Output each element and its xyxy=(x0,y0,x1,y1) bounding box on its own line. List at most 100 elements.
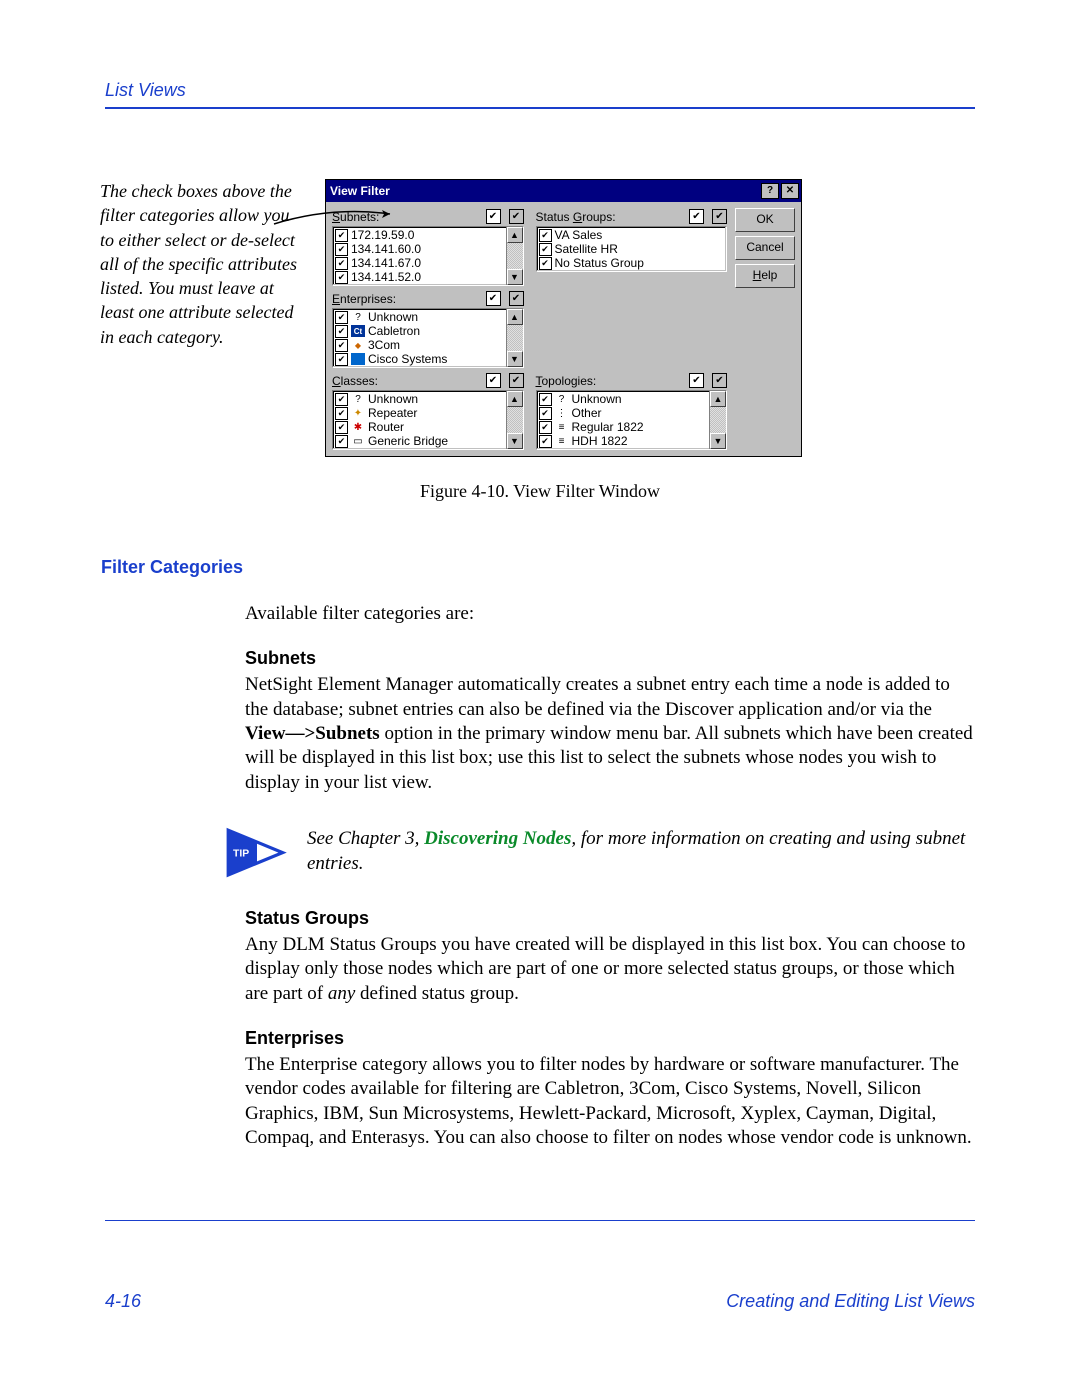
status-groups-group: Status Groups: ✔ ✔ ✔VA Sales ✔Satellite … xyxy=(536,208,728,286)
scroll-up-icon[interactable]: ▲ xyxy=(507,391,523,407)
topologies-label: Topologies: xyxy=(536,374,597,388)
checkbox-icon[interactable]: ✔ xyxy=(335,325,348,338)
list-item: ✔⋮Other xyxy=(539,406,708,420)
ent-select-all-checkbox[interactable]: ✔ xyxy=(486,291,501,306)
list-item: ✔Satellite HR xyxy=(539,242,725,256)
scroll-up-icon[interactable]: ▲ xyxy=(710,391,726,407)
checkbox-icon[interactable]: ✔ xyxy=(539,407,552,420)
checkbox-icon[interactable]: ✔ xyxy=(335,257,348,270)
subnets-deselect-all-checkbox[interactable]: ✔ xyxy=(509,209,524,224)
topologies-group: Topologies: ✔ ✔ ✔?Unknown ✔⋮Other ✔≡Regu… xyxy=(536,372,728,450)
status-select-all-checkbox[interactable]: ✔ xyxy=(689,209,704,224)
checkbox-icon[interactable]: ✔ xyxy=(539,393,552,406)
list-item: ✔VA Sales xyxy=(539,228,725,242)
list-item: ✔No Status Group xyxy=(539,256,725,270)
checkbox-icon[interactable]: ✔ xyxy=(539,257,552,270)
topologies-listbox[interactable]: ✔?Unknown ✔⋮Other ✔≡Regular 1822 ✔≡HDH 1… xyxy=(536,390,728,450)
3com-icon: ◆ xyxy=(351,339,365,351)
titlebar[interactable]: View Filter ? ✕ xyxy=(326,180,801,202)
scrollbar[interactable]: ▲ ▼ xyxy=(506,227,523,285)
checkbox-icon[interactable]: ✔ xyxy=(335,407,348,420)
status-groups-paragraph: Any DLM Status Groups you have created w… xyxy=(245,933,975,1006)
checkbox-icon[interactable]: ✔ xyxy=(335,243,348,256)
list-item: ✔≡HDH 1822 xyxy=(539,434,708,448)
unknown-icon: ? xyxy=(351,393,365,405)
list-item: ✔172.19.59.0 xyxy=(335,228,504,242)
checkbox-icon[interactable]: ✔ xyxy=(335,311,348,324)
titlebar-help-button[interactable]: ? xyxy=(761,183,779,199)
filter-categories-heading: Filter Categories xyxy=(101,557,975,578)
footer-title: Creating and Editing List Views xyxy=(726,1291,975,1312)
subnets-group: Subnets: ✔ ✔ ✔172.19.59.0 ✔134.141.60.0 … xyxy=(332,208,524,286)
scrollbar[interactable]: ▲ ▼ xyxy=(506,309,523,367)
checkbox-icon[interactable]: ✔ xyxy=(539,421,552,434)
checkbox-icon[interactable]: ✔ xyxy=(335,435,348,448)
checkbox-icon[interactable]: ✔ xyxy=(335,229,348,242)
scroll-down-icon[interactable]: ▼ xyxy=(507,269,523,285)
router-icon: ✱ xyxy=(351,421,365,433)
cancel-button[interactable]: Cancel xyxy=(735,236,795,260)
enterprises-heading: Enterprises xyxy=(245,1028,975,1049)
enterprises-paragraph: The Enterprise category allows you to fi… xyxy=(245,1053,975,1150)
cls-select-all-checkbox[interactable]: ✔ xyxy=(486,373,501,388)
list-item: ✔?Unknown xyxy=(335,392,504,406)
list-item: ✔✦Repeater xyxy=(335,406,504,420)
list-item: ✔Cisco Systems xyxy=(335,352,504,366)
classes-listbox[interactable]: ✔?Unknown ✔✦Repeater ✔✱Router ✔▭Generic … xyxy=(332,390,524,450)
enterprises-label: Enterprises: xyxy=(332,292,396,306)
classes-group: Classes: ✔ ✔ ✔?Unknown ✔✦Repeater ✔✱Rout… xyxy=(332,372,524,450)
titlebar-close-button[interactable]: ✕ xyxy=(781,183,799,199)
scrollbar[interactable]: ▲ ▼ xyxy=(709,391,726,449)
scrollbar[interactable]: ▲ ▼ xyxy=(506,391,523,449)
subnets-paragraph: NetSight Element Manager automatically c… xyxy=(245,673,975,795)
running-header: List Views xyxy=(105,80,975,101)
header-rule xyxy=(105,107,975,109)
subnets-listbox[interactable]: ✔172.19.59.0 ✔134.141.60.0 ✔134.141.67.0… xyxy=(332,226,524,286)
top-select-all-checkbox[interactable]: ✔ xyxy=(689,373,704,388)
footer-rule xyxy=(105,1220,975,1221)
checkbox-icon[interactable]: ✔ xyxy=(335,393,348,406)
subnets-select-all-checkbox[interactable]: ✔ xyxy=(486,209,501,224)
scroll-up-icon[interactable]: ▲ xyxy=(507,227,523,243)
scroll-down-icon[interactable]: ▼ xyxy=(507,433,523,449)
repeater-icon: ✦ xyxy=(351,407,365,419)
list-item: ✔CtCabletron xyxy=(335,324,504,338)
list-item: ✔?Unknown xyxy=(539,392,708,406)
enterprises-listbox[interactable]: ✔?Unknown ✔CtCabletron ✔◆3Com ✔Cisco Sys… xyxy=(332,308,524,368)
cabletron-icon: Ct xyxy=(351,325,365,337)
page-number: 4-16 xyxy=(105,1291,141,1312)
checkbox-icon[interactable]: ✔ xyxy=(335,271,348,284)
subnets-heading: Subnets xyxy=(245,648,975,669)
list-item: ✔?Unknown xyxy=(335,310,504,324)
status-deselect-all-checkbox[interactable]: ✔ xyxy=(712,209,727,224)
window-title: View Filter xyxy=(330,184,390,198)
cls-deselect-all-checkbox[interactable]: ✔ xyxy=(509,373,524,388)
checkbox-icon[interactable]: ✔ xyxy=(539,435,552,448)
tip-link[interactable]: Discovering Nodes xyxy=(424,828,571,849)
regular-1822-icon: ≡ xyxy=(555,421,569,433)
list-item: ✔134.141.52.0 xyxy=(335,270,504,284)
list-item: ✔◆3Com xyxy=(335,338,504,352)
svg-text:TIP: TIP xyxy=(233,848,249,859)
ok-button[interactable]: OK xyxy=(735,208,795,232)
status-groups-listbox[interactable]: ✔VA Sales ✔Satellite HR ✔No Status Group xyxy=(536,226,728,272)
status-groups-label: Status Groups: xyxy=(536,210,616,224)
classes-label: Classes: xyxy=(332,374,378,388)
scroll-down-icon[interactable]: ▼ xyxy=(710,433,726,449)
checkbox-icon[interactable]: ✔ xyxy=(539,229,552,242)
tip-text: See Chapter 3, Discovering Nodes, for mo… xyxy=(307,827,975,876)
subnets-label: Subnets: xyxy=(332,210,379,224)
scroll-up-icon[interactable]: ▲ xyxy=(507,309,523,325)
unknown-icon: ? xyxy=(351,311,365,323)
ent-deselect-all-checkbox[interactable]: ✔ xyxy=(509,291,524,306)
checkbox-icon[interactable]: ✔ xyxy=(335,421,348,434)
bridge-icon: ▭ xyxy=(351,435,365,447)
checkbox-icon[interactable]: ✔ xyxy=(539,243,552,256)
checkbox-icon[interactable]: ✔ xyxy=(335,339,348,352)
checkbox-icon[interactable]: ✔ xyxy=(335,353,348,366)
top-deselect-all-checkbox[interactable]: ✔ xyxy=(712,373,727,388)
scroll-down-icon[interactable]: ▼ xyxy=(507,351,523,367)
hdh-1822-icon: ≡ xyxy=(555,435,569,447)
list-item: ✔▭Generic Bridge xyxy=(335,434,504,448)
help-button[interactable]: Help xyxy=(735,264,795,288)
